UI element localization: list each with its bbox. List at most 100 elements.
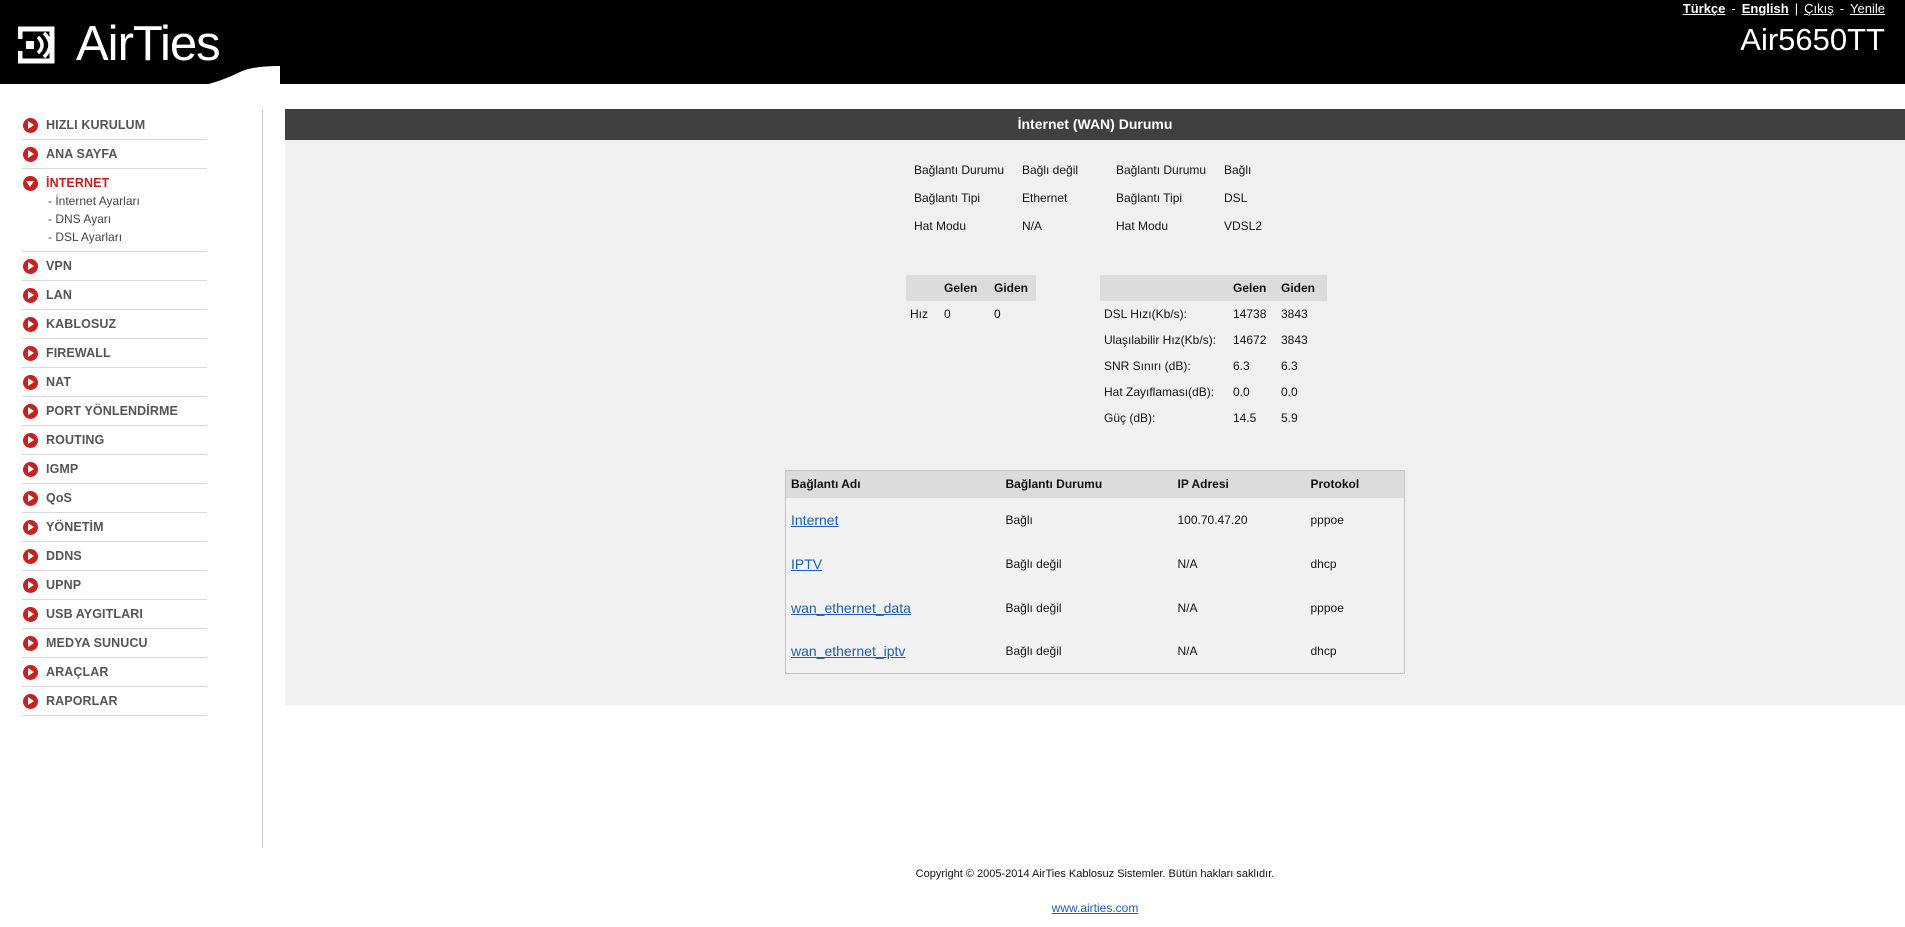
cell-out: 0 <box>994 307 1001 321</box>
info-label: Bağlantı Durumu <box>1116 163 1207 177</box>
sidebar-divider <box>262 110 263 848</box>
sidebar-menu: HIZLI KURULUM ANA SAYFA İNTERNET - İnter… <box>22 111 207 716</box>
sidebar-item-raporlar[interactable]: RAPORLAR <box>22 687 207 716</box>
ethernet-stats-table: Gelen Giden Hız 0 0 <box>906 275 1036 327</box>
sidebar-item-nat[interactable]: NAT <box>22 368 207 397</box>
sidebar-item-internet[interactable]: İNTERNET - İnternet Ayarları - DNS Ayarı… <box>22 169 207 252</box>
separator: | <box>1794 1 1799 16</box>
column-header: Bağlantı Durumu <box>1000 470 1173 498</box>
column-header <box>1100 275 1229 301</box>
cell-in: 0.0 <box>1233 385 1250 399</box>
sidebar-item-label: ARAÇLAR <box>46 665 109 679</box>
logout-link[interactable]: Çıkış <box>1804 1 1834 16</box>
row-label: Güç (dB): <box>1104 411 1156 425</box>
refresh-link[interactable]: Yenile <box>1850 1 1885 16</box>
sidebar-item-label: DDNS <box>46 549 82 563</box>
cell-in: 14738 <box>1233 307 1267 321</box>
model-name: Air5650TT <box>1740 22 1885 57</box>
arrow-right-icon <box>23 404 38 419</box>
sidebar-item-label: QoS <box>46 491 72 505</box>
sidebar-item-medya-sunucu[interactable]: MEDYA SUNUCU <box>22 629 207 658</box>
cell-out: 3843 <box>1281 307 1308 321</box>
connection-link-wan-ethernet-iptv[interactable]: wan_ethernet_iptv <box>791 643 905 659</box>
ethernet-info-table: Bağlantı Durumu Bağlı değil Bağlantı Tip… <box>912 155 1080 241</box>
sidebar-item-label: PORT YÖNLENDİRME <box>46 404 178 418</box>
arrow-right-icon <box>23 491 38 506</box>
row-label: Hat Zayıflaması(dB): <box>1104 385 1215 399</box>
sidebar-item-label: İNTERNET <box>46 176 110 190</box>
cell-in: 14.5 <box>1233 411 1257 425</box>
sidebar-item-lan[interactable]: LAN <box>22 281 207 310</box>
sidebar-item-hizli-kurulum[interactable]: HIZLI KURULUM <box>22 111 207 140</box>
language-english-link[interactable]: English <box>1742 1 1789 16</box>
arrow-right-icon <box>23 147 38 162</box>
sidebar-item-label: NAT <box>46 375 72 389</box>
sidebar-item-routing[interactable]: ROUTING <box>22 426 207 455</box>
sidebar-subitem-dns-ayari[interactable]: - DNS Ayarı <box>46 210 207 228</box>
sidebar-item-yonetim[interactable]: YÖNETİM <box>22 513 207 542</box>
arrow-right-icon <box>23 118 38 133</box>
sidebar-subitem-dsl-ayarlari[interactable]: - DSL Ayarları <box>46 228 207 246</box>
column-header: Gelen <box>1229 275 1277 301</box>
airties-logo-icon <box>18 26 55 63</box>
connections-table: Bağlantı Adı Bağlantı Durumu IP Adresi P… <box>785 470 1405 674</box>
arrow-right-icon <box>23 694 38 709</box>
arrow-right-icon <box>23 346 38 361</box>
sidebar-item-qos[interactable]: QoS <box>22 484 207 513</box>
sidebar-item-label: HIZLI KURULUM <box>46 118 146 132</box>
sidebar-item-label: USB AYGITLARI <box>46 607 143 621</box>
sidebar-item-upnp[interactable]: UPNP <box>22 571 207 600</box>
arrow-down-icon <box>23 176 38 191</box>
table-row: Internet Bağlı 100.70.47.20 pppoe <box>786 498 1405 542</box>
column-header: Giden <box>1277 275 1327 301</box>
sidebar-item-firewall[interactable]: FIREWALL <box>22 339 207 368</box>
sidebar-item-kablosuz[interactable]: KABLOSUZ <box>22 310 207 339</box>
column-header <box>906 275 940 301</box>
sidebar-item-igmp[interactable]: IGMP <box>22 455 207 484</box>
footer-website: www.airties.com <box>0 901 1905 915</box>
sidebar-item-usb-aygitlari[interactable]: USB AYGITLARI <box>22 600 207 629</box>
connection-link-internet[interactable]: Internet <box>791 512 838 528</box>
cell-out: 3843 <box>1281 333 1308 347</box>
row-label: DSL Hızı(Kb/s): <box>1104 307 1187 321</box>
cell-in: 0 <box>944 307 951 321</box>
info-value: Bağlı <box>1224 163 1252 177</box>
arrow-right-icon <box>23 375 38 390</box>
sidebar-item-vpn[interactable]: VPN <box>22 252 207 281</box>
airties-logo[interactable]: AirTies <box>18 17 221 71</box>
connection-link-wan-ethernet-data[interactable]: wan_ethernet_data <box>791 600 911 616</box>
separator: - <box>1731 1 1736 16</box>
connection-ip: N/A <box>1177 600 1198 615</box>
sidebar-item-label: MEDYA SUNUCU <box>46 636 148 650</box>
info-value: VDSL2 <box>1224 219 1263 233</box>
table-row: SNR Sınırı (dB): 6.3 6.3 <box>1100 353 1327 379</box>
table-row: Güç (dB): 14.5 5.9 <box>1100 405 1327 431</box>
sidebar-subitem-internet-ayarlari[interactable]: - İnternet Ayarları <box>46 192 207 210</box>
arrow-right-icon <box>23 549 38 564</box>
separator: - <box>1839 1 1845 16</box>
cell-out: 0.0 <box>1281 385 1298 399</box>
sidebar-item-label: ROUTING <box>46 433 105 447</box>
connection-link-iptv[interactable]: IPTV <box>791 556 822 572</box>
logo-text: AirTies <box>76 17 221 71</box>
info-label: Bağlantı Durumu <box>914 163 1005 177</box>
sidebar-item-port-yonlendirme[interactable]: PORT YÖNLENDİRME <box>22 397 207 426</box>
table-row: Ulaşılabilir Hız(Kb/s): 14672 3843 <box>1100 327 1327 353</box>
sidebar-item-label: VPN <box>46 259 73 273</box>
arrow-right-icon <box>23 433 38 448</box>
sidebar-item-ddns[interactable]: DDNS <box>22 542 207 571</box>
connection-ip: N/A <box>1177 644 1198 659</box>
header-curve <box>200 66 280 86</box>
row-label: SNR Sınırı (dB): <box>1104 359 1191 373</box>
sidebar-item-araclar[interactable]: ARAÇLAR <box>22 658 207 687</box>
sidebar-item-ana-sayfa[interactable]: ANA SAYFA <box>22 140 207 169</box>
copyright-text: Copyright © 2005-2014 AirTies Kablosuz S… <box>915 868 1275 880</box>
info-value: Ethernet <box>1022 191 1068 205</box>
website-link[interactable]: www.airties.com <box>1052 901 1139 915</box>
connection-protocol: pppoe <box>1310 600 1344 615</box>
sidebar-item-label: KABLOSUZ <box>46 317 117 331</box>
sidebar-item-label: UPNP <box>46 578 82 592</box>
language-links: Türkçe - English | Çıkış - Yenile <box>1683 1 1885 16</box>
language-turkish-link[interactable]: Türkçe <box>1683 1 1726 16</box>
connection-status: Bağlı değil <box>1005 644 1062 659</box>
